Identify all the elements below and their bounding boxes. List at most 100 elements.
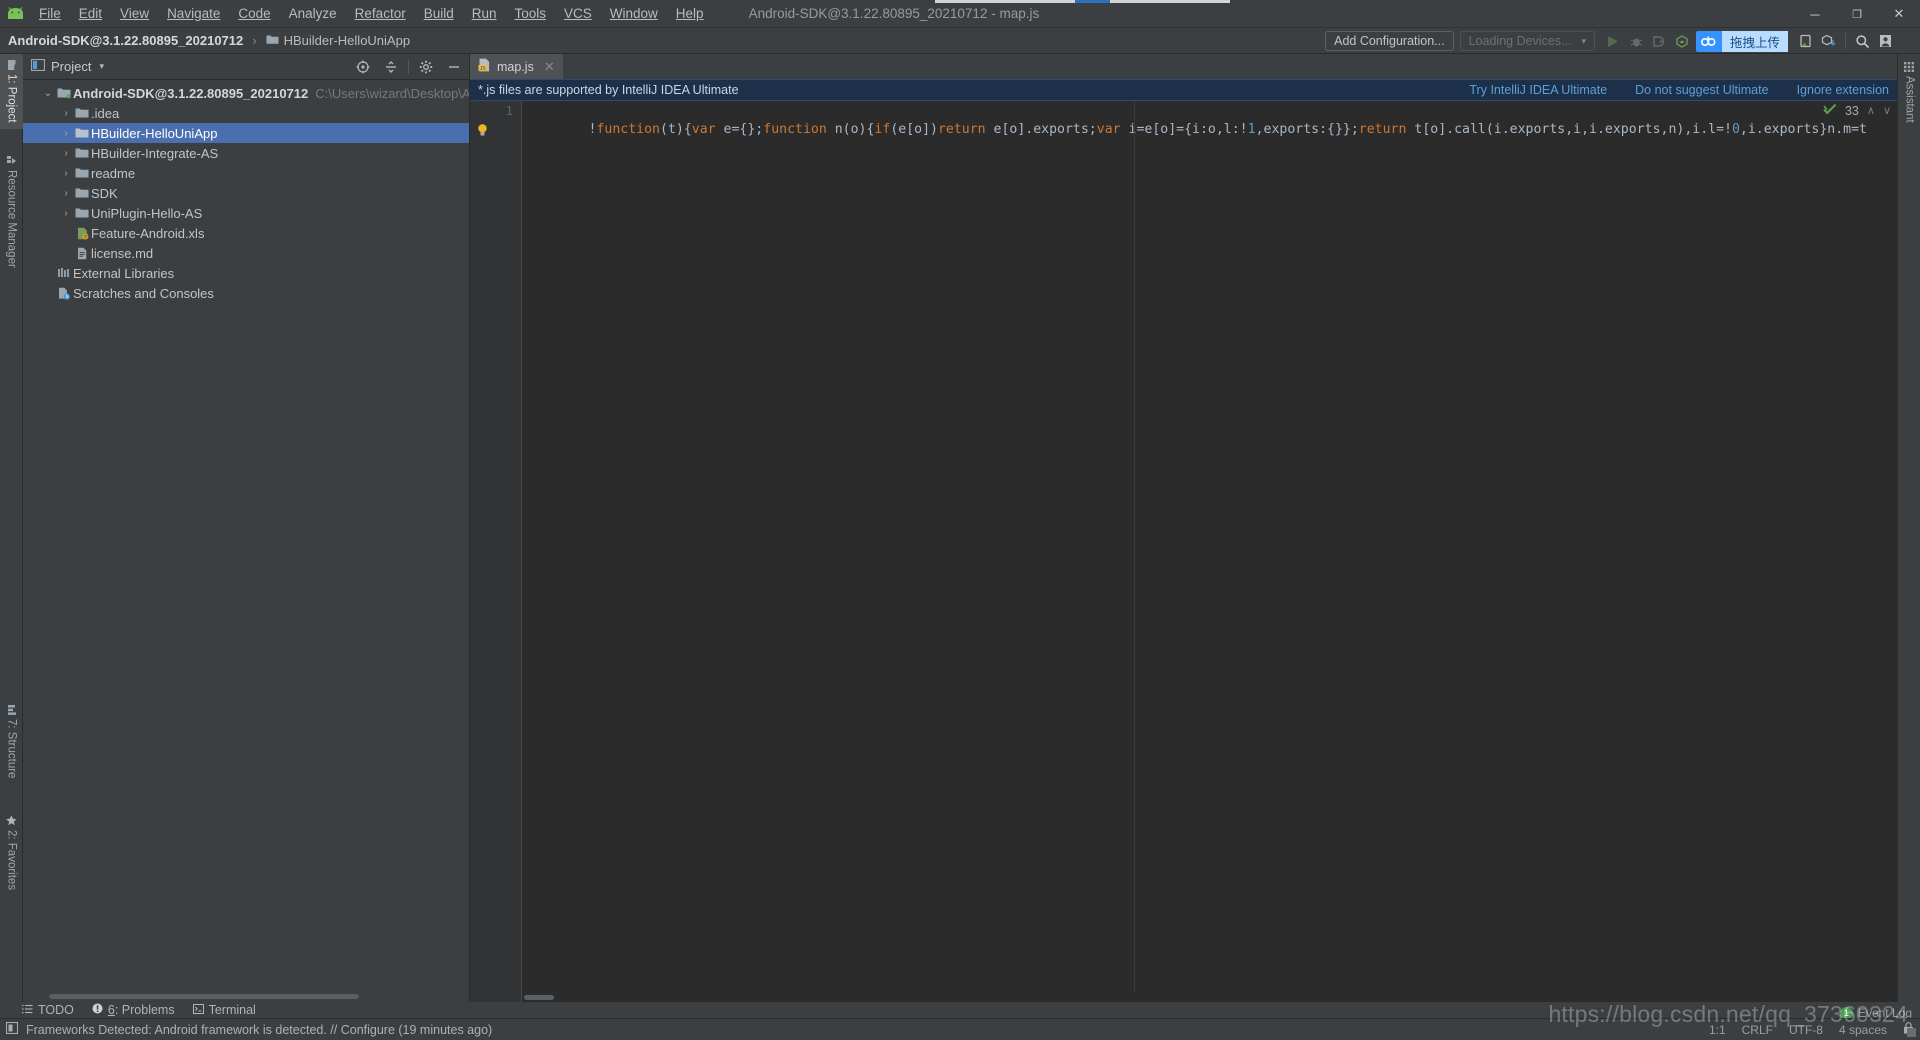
chevron-right-icon[interactable]: › (59, 148, 73, 159)
menu-view-label: View (120, 6, 150, 21)
editor-scrollbar-thumb[interactable] (524, 995, 554, 1000)
status-message[interactable]: Frameworks Detected: Android framework i… (26, 1023, 492, 1037)
chevron-right-icon[interactable]: › (59, 128, 73, 139)
chevron-down-icon[interactable]: ▾ (99, 61, 104, 72)
tree-row-hbuilder-integrate-as[interactable]: › HBuilder-Integrate-AS (23, 143, 469, 163)
chevron-right-icon[interactable]: › (59, 188, 73, 199)
caret-position[interactable]: 1:1 (1709, 1023, 1726, 1037)
search-everywhere-icon[interactable] (1852, 31, 1873, 52)
inspection-ok-icon (1823, 103, 1837, 118)
intention-bulb-icon[interactable] (476, 123, 489, 140)
tree-row-uniplugin-hello-as[interactable]: › UniPlugin-Hello-AS (23, 203, 469, 223)
menu-code[interactable]: Code (229, 3, 279, 24)
menu-window[interactable]: Window (601, 3, 667, 24)
tree-row-scratches-and-consoles[interactable]: Scratches and Consoles (23, 283, 469, 303)
sidebar-item-structure[interactable]: 7: Structure (0, 699, 23, 784)
code-editor[interactable]: 1 !function(t){var e={};function n(o){if… (470, 101, 1897, 1002)
sidebar-item-project-label: 1: Project (5, 74, 18, 123)
user-account-icon[interactable] (1875, 31, 1896, 52)
profiler-icon[interactable] (1672, 31, 1693, 52)
sidebar-item-structure-label: 7: Structure (5, 719, 18, 779)
window-resize-grip[interactable] (1907, 1028, 1916, 1037)
breadcrumb-project[interactable]: Android-SDK@3.1.22.80895_20210712 (8, 33, 243, 48)
upload-button[interactable]: 拖拽上传 (1695, 30, 1788, 52)
menu-view[interactable]: View (111, 3, 158, 24)
device-selector-dropdown[interactable]: Loading Devices... ▾ (1459, 31, 1595, 51)
menu-build[interactable]: Build (415, 3, 463, 24)
chevron-right-icon[interactable]: › (59, 208, 73, 219)
menu-navigate[interactable]: Navigate (158, 3, 229, 24)
debug-icon[interactable] (1626, 31, 1647, 52)
window-minimize-button[interactable]: ─ (1794, 0, 1836, 28)
file-encoding[interactable]: UTF-8 (1789, 1023, 1823, 1037)
bottom-tab-problems[interactable]: 6: Problems (92, 1003, 175, 1017)
code-line-1[interactable]: !function(t){var e={};function n(o){if(e… (522, 101, 1897, 157)
menu-analyze[interactable]: Analyze (280, 3, 346, 24)
top-edge-artifact-1 (935, 0, 1075, 3)
svg-text:?: ? (84, 235, 87, 240)
do-not-suggest-ultimate-link[interactable]: Do not suggest Ultimate (1635, 83, 1768, 97)
close-icon[interactable]: ✕ (544, 59, 555, 75)
window-controls[interactable]: ─ ❐ ✕ (1794, 0, 1920, 28)
editor-gutter[interactable]: 1 (470, 101, 522, 1002)
menu-run-label: Run (471, 6, 497, 21)
add-configuration-button[interactable]: Add Configuration... (1325, 31, 1454, 51)
code-token: return (1358, 122, 1407, 137)
collapse-all-icon[interactable] (380, 56, 402, 78)
menu-tools[interactable]: Tools (506, 3, 556, 24)
tree-row-license-md[interactable]: license.md (23, 243, 469, 263)
indent-setting[interactable]: 4 spaces (1839, 1023, 1887, 1037)
chevron-down-icon[interactable]: ∨ (1883, 104, 1891, 117)
tree-row-external-libraries[interactable]: External Libraries (23, 263, 469, 283)
tree-row-sdk[interactable]: › SDK (23, 183, 469, 203)
editor-horizontal-scrollbar[interactable] (522, 993, 1897, 1002)
sidebar-item-favorites[interactable]: 2: Favorites (0, 809, 23, 896)
editor-tab-map-js[interactable]: JS map.js ✕ (470, 54, 563, 79)
attach-debugger-icon[interactable] (1649, 31, 1670, 52)
bottom-tab-terminal[interactable]: Terminal (192, 1003, 256, 1017)
todo-icon (22, 1003, 33, 1017)
bottom-tab-problems-label: 6: Problems (107, 1003, 175, 1017)
chevron-expanded-icon[interactable]: ⌄ (41, 88, 55, 99)
tree-row-hbuilder-hellouniapp[interactable]: › HBuilder-HelloUniApp (23, 123, 469, 143)
resource-manager-icon (6, 156, 17, 166)
code-token: var (691, 122, 716, 137)
chevron-right-icon[interactable]: › (59, 108, 73, 119)
tree-row-readme[interactable]: › readme (23, 163, 469, 183)
breadcrumb-module[interactable]: HBuilder-HelloUniApp (284, 33, 410, 48)
assistant-grid-icon (1904, 62, 1915, 72)
select-opened-file-icon[interactable] (352, 56, 374, 78)
hide-panel-icon[interactable] (443, 56, 465, 78)
window-close-button[interactable]: ✕ (1878, 0, 1920, 28)
sidebar-item-project[interactable]: 1: Project (0, 54, 23, 129)
maximize-icon: ❐ (1852, 8, 1862, 21)
sidebar-item-assistant[interactable]: Assistant (1898, 56, 1920, 129)
line-separator[interactable]: CRLF (1742, 1023, 1773, 1037)
window-maximize-button[interactable]: ❐ (1836, 0, 1878, 28)
menu-file[interactable]: File (30, 3, 70, 24)
sidebar-item-resource-manager[interactable]: Resource Manager (0, 150, 23, 274)
chevron-up-icon[interactable]: ∧ (1867, 104, 1875, 117)
chevron-right-icon[interactable]: › (59, 168, 73, 179)
sdk-manager-icon[interactable] (1818, 31, 1839, 52)
run-icon[interactable] (1603, 31, 1624, 52)
breadcrumb[interactable]: Android-SDK@3.1.22.80895_20210712 › HBui… (8, 33, 410, 48)
code-text-area[interactable]: !function(t){var e={};function n(o){if(e… (522, 101, 1897, 1002)
tree-row-feature-android-xls[interactable]: ? Feature-Android.xls (23, 223, 469, 243)
menu-edit[interactable]: Edit (70, 3, 111, 24)
menu-refactor[interactable]: Refactor (346, 3, 415, 24)
settings-gear-icon[interactable] (415, 56, 437, 78)
try-intellij-ultimate-link[interactable]: Try IntelliJ IDEA Ultimate (1469, 83, 1607, 97)
project-tree-horizontal-scrollbar[interactable] (49, 994, 359, 999)
project-tree[interactable]: ⌄ Android-SDK@3.1.22.80895_20210712 C:\U… (23, 80, 469, 1002)
tree-row-project-root[interactable]: ⌄ Android-SDK@3.1.22.80895_20210712 C:\U… (23, 83, 469, 103)
bottom-tab-todo[interactable]: TODO (22, 1003, 74, 1017)
menu-vcs[interactable]: VCS (555, 3, 601, 24)
menu-help[interactable]: Help (667, 3, 713, 24)
avd-manager-icon[interactable] (1795, 31, 1816, 52)
menu-bar[interactable]: File Edit View Navigate Code Analyze Ref… (30, 3, 713, 24)
tree-row-idea[interactable]: › .idea (23, 103, 469, 123)
menu-run[interactable]: Run (463, 3, 506, 24)
inspection-widget[interactable]: 33 ∧ ∨ (1823, 103, 1891, 118)
ignore-extension-link[interactable]: Ignore extension (1797, 83, 1889, 97)
